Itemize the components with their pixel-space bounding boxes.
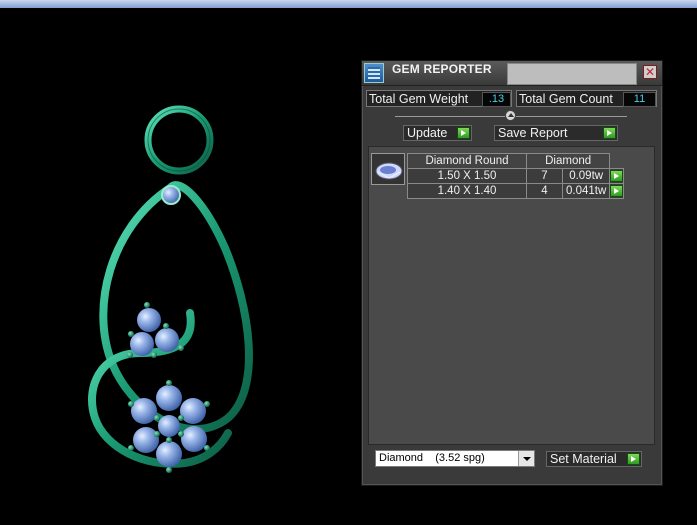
- material-select-value: Diamond (3.52 spg): [379, 452, 485, 464]
- gem-weight-cell: 0.041tw: [561, 183, 611, 199]
- header-spacer: [610, 154, 624, 169]
- gem-count-cell: 7: [526, 168, 563, 184]
- gem-shape-header: Diamond Round: [407, 153, 527, 169]
- dropdown-arrow-icon[interactable]: [518, 451, 534, 466]
- gem-weight-cell: 0.09tw: [561, 168, 611, 184]
- gem-table: Diamond Round Diamond 1.50 X 1.50 7 0.09…: [407, 153, 625, 199]
- table-row[interactable]: 1.50 X 1.50 7 0.09tw: [407, 168, 625, 184]
- material-select[interactable]: Diamond (3.52 spg): [375, 450, 535, 467]
- window-titlebar[interactable]: GEM REPORTER ✕: [362, 61, 662, 86]
- window-title: GEM REPORTER: [392, 62, 492, 76]
- gem-size-cell: 1.40 X 1.40: [407, 183, 527, 199]
- arrow-right-icon[interactable]: [457, 127, 470, 139]
- total-gem-weight-label: Total Gem Weight: [369, 92, 469, 106]
- gem-size-cell: 1.50 X 1.50: [407, 168, 527, 184]
- title-strip: [0, 0, 697, 8]
- gem-reporter-app-icon: [364, 63, 384, 83]
- set-material-button-label: Set Material: [550, 452, 617, 466]
- close-icon[interactable]: ✕: [643, 65, 657, 79]
- row-action-cell: [609, 183, 625, 199]
- update-button-label: Update: [407, 126, 448, 140]
- gem-reporter-window: GEM REPORTER ✕ Total Gem Weight .13 Tota…: [361, 60, 663, 486]
- total-gem-weight-box: Total Gem Weight .13: [366, 90, 512, 107]
- row-action-cell: [609, 168, 625, 184]
- gem-count-cell: 4: [526, 183, 563, 199]
- titlebar-tab: [507, 63, 637, 85]
- gem-table-header: Diamond Round Diamond: [407, 153, 624, 169]
- total-gem-count-value: 11: [623, 92, 656, 107]
- round-diamond-icon[interactable]: [371, 153, 405, 185]
- total-gem-count-label: Total Gem Count: [519, 92, 613, 106]
- set-material-button[interactable]: Set Material: [546, 451, 642, 467]
- save-report-button-label: Save Report: [498, 126, 568, 140]
- table-row[interactable]: 1.40 X 1.40 4 0.041tw: [407, 183, 625, 199]
- update-button[interactable]: Update: [403, 125, 472, 141]
- arrow-right-icon[interactable]: [603, 127, 616, 139]
- arrow-right-icon[interactable]: [610, 185, 624, 197]
- gem-list-area: Diamond Round Diamond 1.50 X 1.50 7 0.09…: [368, 146, 655, 445]
- arrow-right-icon[interactable]: [610, 170, 624, 182]
- top-gem: [161, 185, 181, 205]
- slider-knob-icon[interactable]: [505, 110, 516, 121]
- save-report-button[interactable]: Save Report: [494, 125, 618, 141]
- total-gem-weight-value: .13: [482, 92, 511, 107]
- gem-material-header: Diamond: [525, 153, 611, 169]
- total-gem-count-box: Total Gem Count 11: [516, 90, 657, 107]
- arrow-right-icon[interactable]: [627, 453, 640, 465]
- material-bar: Diamond (3.52 spg) Set Material: [368, 445, 653, 477]
